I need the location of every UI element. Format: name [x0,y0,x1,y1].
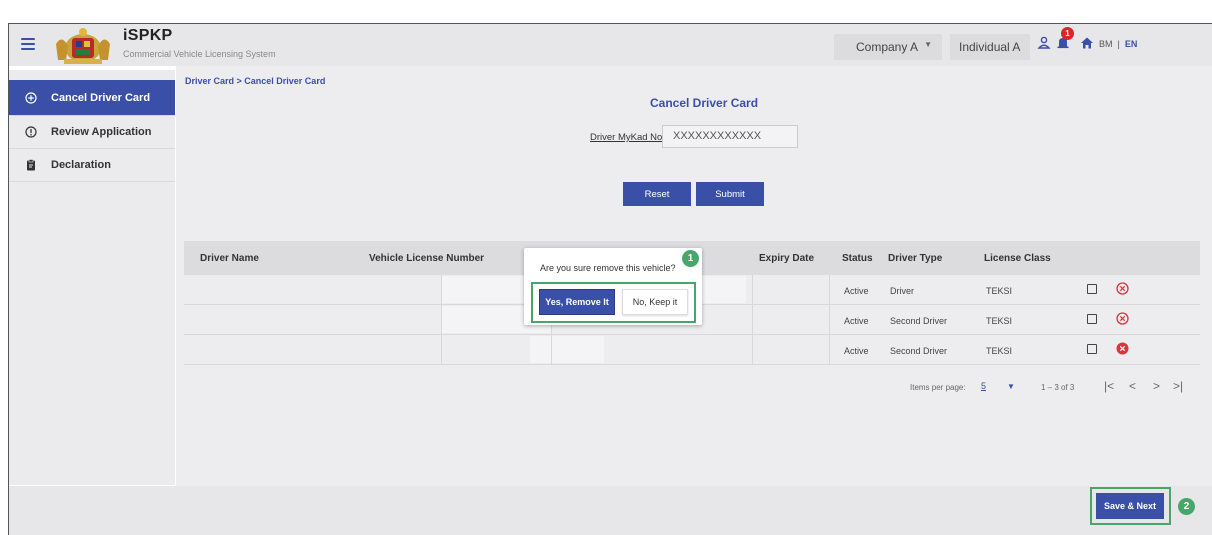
app-header: iSPKP Commercial Vehicle Licensing Syste… [9,24,1212,66]
company-select[interactable]: Company A ▼ [834,34,942,60]
individual-select-value: Individual A [959,40,1021,54]
info-circle-icon [25,126,37,138]
yes-remove-button[interactable]: Yes, Remove It [539,289,615,315]
chevron-down-icon[interactable]: ▼ [1007,382,1015,391]
page-size-select[interactable]: 5 [981,381,986,391]
remove-circle-icon[interactable] [1116,282,1129,295]
lang-separator: | [1117,39,1120,49]
last-page-button[interactable]: >| [1173,379,1183,393]
items-per-page-label: Items per page: [910,383,966,392]
page-range: 1 – 3 of 3 [1041,383,1075,392]
remove-circle-icon[interactable] [1116,342,1129,355]
company-select-value: Company A [856,40,919,54]
step-badge: 1 [682,250,699,267]
sidebar-item-label: Declaration [51,159,111,171]
language-switcher: BM | EN [1099,39,1137,49]
user-icon[interactable] [1037,36,1051,50]
sidebar-item-declaration[interactable]: Declaration [9,149,175,182]
footer-bar [9,486,1212,535]
row-license-class: TEKSI [986,286,1013,296]
sidebar: Cancel Driver Card Review Application De… [9,70,175,485]
clipboard-icon [25,159,37,171]
lang-bm[interactable]: BM [1099,39,1113,49]
row-driver-type: Driver [890,286,914,296]
row-status: Active [844,286,869,296]
breadcrumb[interactable]: Driver Card > Cancel Driver Card [185,76,325,86]
form-title: Cancel Driver Card [650,96,759,110]
row-checkbox[interactable] [1087,314,1097,324]
sidebar-item-label: Cancel Driver Card [51,91,151,104]
chevron-down-icon: ▼ [924,40,932,49]
col-driver-name: Driver Name [200,253,259,264]
mykad-input[interactable]: XXXXXXXXXXXX [662,125,798,148]
sidebar-item-review-application[interactable]: Review Application [9,116,175,149]
row-license-class: TEKSI [986,346,1013,356]
column-divider [441,275,442,365]
sidebar-item-cancel-driver-card[interactable]: Cancel Driver Card [9,80,175,116]
row-checkbox[interactable] [1087,284,1097,294]
row-checkbox[interactable] [1087,344,1097,354]
table-row: Active Second Driver TEKSI [184,335,1200,365]
col-license-class: License Class [984,253,1051,264]
step-badge: 2 [1178,498,1195,515]
next-page-button[interactable]: > [1153,379,1160,393]
save-next-button[interactable]: Save & Next [1096,493,1164,519]
column-divider [752,275,753,365]
notification-badge: 1 [1061,27,1074,40]
row-license-class: TEKSI [986,316,1013,326]
remove-circle-icon[interactable] [1116,312,1129,325]
row-status: Active [844,346,869,356]
mykad-label: Driver MyKad No: [590,132,665,143]
confirm-message: Are you sure remove this vehicle? [540,263,676,273]
prev-page-button[interactable]: < [1129,379,1136,393]
sidebar-item-label: Review Application [51,126,152,138]
plus-circle-icon [25,91,37,104]
home-icon[interactable] [1080,36,1094,50]
coat-of-arms-logo [56,28,110,64]
row-status: Active [844,316,869,326]
redacted-cell [530,336,604,363]
reset-button[interactable]: Reset [623,182,691,206]
menu-icon[interactable] [21,38,35,50]
no-keep-button[interactable]: No, Keep it [622,289,688,315]
row-driver-type: Second Driver [890,346,948,356]
row-driver-type: Second Driver [890,316,948,326]
column-divider [829,275,830,365]
lang-en[interactable]: EN [1125,39,1138,49]
col-vehicle-license: Vehicle License Number [369,253,485,264]
col-driver-type: Driver Type [888,253,943,264]
brand-subtitle: Commercial Vehicle Licensing System [123,49,276,59]
individual-select[interactable]: Individual A [950,34,1030,60]
first-page-button[interactable]: |< [1104,379,1114,393]
col-status: Status [842,253,873,264]
col-expiry-date: Expiry Date [759,253,815,264]
submit-button[interactable]: Submit [696,182,764,206]
brand-title: iSPKP [123,27,173,44]
